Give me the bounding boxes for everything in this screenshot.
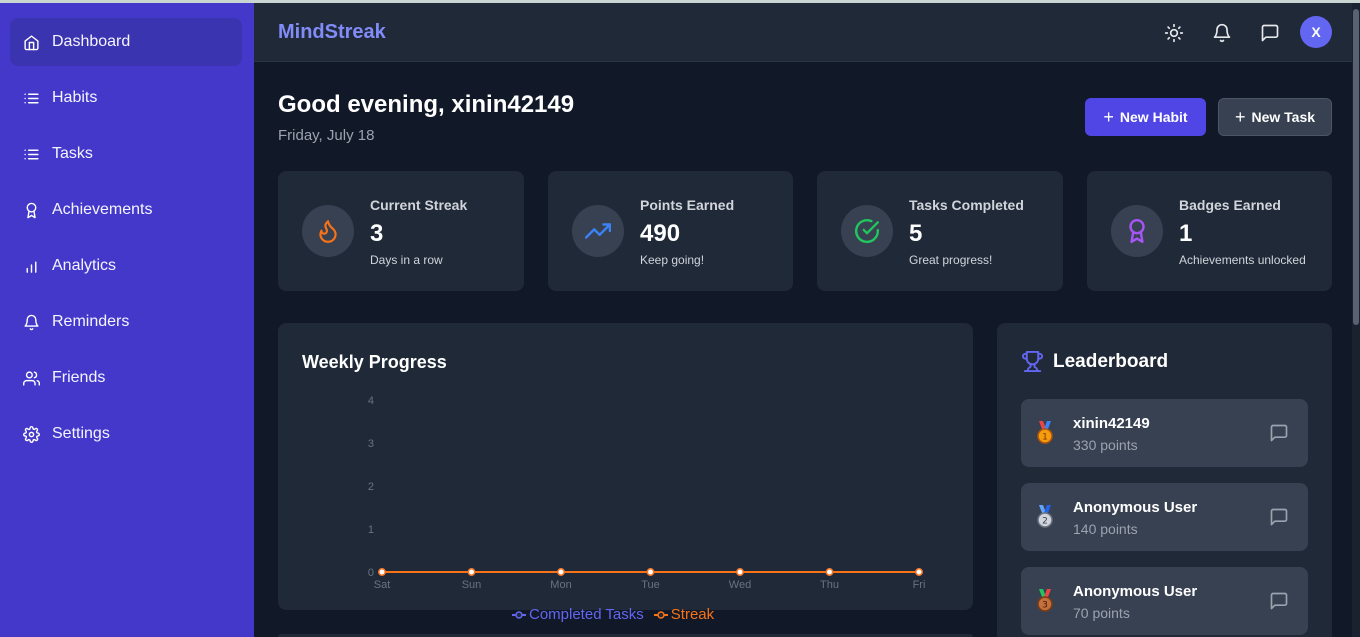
leaderboard-entry[interactable]: 1 xinin42149 330 points	[1021, 399, 1308, 467]
silver-medal-icon: 2	[1037, 505, 1053, 528]
x-tick-label: Tue	[641, 579, 660, 591]
data-point	[378, 568, 386, 576]
leaderboard-title: Leaderboard	[1053, 351, 1169, 372]
y-tick-label: 0	[368, 567, 374, 579]
data-point	[736, 568, 744, 576]
leaderboard-name: xinin42149	[1073, 415, 1150, 432]
leaderboard-name: Anonymous User	[1073, 583, 1198, 600]
x-tick-label: Fri	[913, 579, 926, 591]
window-top-strip	[0, 0, 1360, 3]
leaderboard-entry[interactable]: 3 Anonymous User 70 points	[1021, 567, 1308, 635]
legend-label: Completed Tasks	[529, 606, 644, 623]
data-point	[557, 568, 565, 576]
x-tick-label: Sat	[374, 579, 391, 591]
bronze-medal-icon: 3	[1037, 589, 1053, 612]
leaderboard-points: 70 points	[1073, 605, 1130, 621]
y-tick-label: 2	[368, 481, 374, 493]
svg-text:1: 1	[1042, 433, 1048, 443]
leaderboard-entry[interactable]: 2 Anonymous User 140 points	[1021, 483, 1308, 551]
leaderboard-name: Anonymous User	[1073, 499, 1198, 516]
leaderboard-points: 330 points	[1073, 437, 1138, 453]
y-tick-label: 3	[368, 438, 374, 450]
legend-item-completed-tasks[interactable]: Completed Tasks	[512, 606, 644, 623]
y-tick-label: 1	[368, 524, 374, 536]
svg-text:3: 3	[1042, 601, 1048, 611]
data-point	[646, 568, 655, 576]
x-tick-label: Sun	[462, 579, 482, 591]
message-icon[interactable]	[1269, 507, 1289, 527]
y-tick-label: 4	[368, 395, 374, 407]
x-tick-label: Mon	[550, 579, 571, 591]
legend-line-icon	[512, 610, 526, 619]
message-icon[interactable]	[1269, 423, 1289, 443]
leaderboard-points: 140 points	[1073, 521, 1138, 537]
trophy-icon	[1021, 350, 1044, 373]
data-point	[915, 568, 923, 576]
gold-medal-icon: 1	[1037, 421, 1053, 444]
data-point	[825, 568, 834, 576]
legend-label: Streak	[670, 606, 715, 623]
x-tick-label: Thu	[820, 579, 839, 591]
data-point	[467, 568, 476, 576]
message-icon[interactable]	[1269, 591, 1289, 611]
svg-text:2: 2	[1042, 517, 1048, 527]
x-tick-label: Wed	[729, 579, 751, 591]
chart-legend: Completed Tasks Streak	[512, 606, 724, 623]
legend-line-icon	[653, 610, 668, 619]
legend-item-streak[interactable]: Streak	[653, 606, 715, 623]
